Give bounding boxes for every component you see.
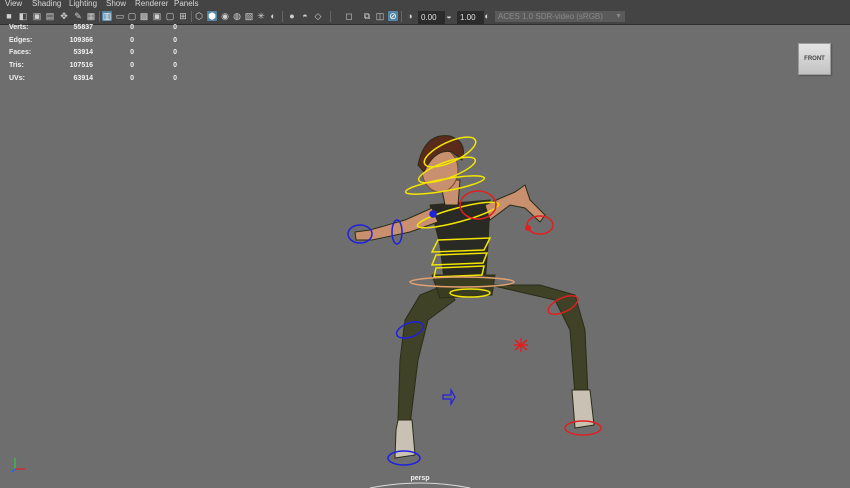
hud-label: Edges: bbox=[9, 36, 33, 44]
axis-gizmo-icon bbox=[11, 458, 25, 473]
hud-value: 0 bbox=[130, 74, 134, 82]
hud-row-verts: Verts: 55837 0 0 bbox=[9, 24, 179, 37]
hud-value: 0 bbox=[173, 62, 177, 70]
hud-row-faces: Faces: 53914 0 0 bbox=[9, 49, 179, 62]
hud-row-edges: Edges: 109366 0 0 bbox=[9, 37, 179, 50]
hud-value: 0 bbox=[130, 36, 134, 44]
hud-value: 0 bbox=[173, 49, 177, 57]
hud-label: Verts: bbox=[9, 24, 29, 31]
hud-row-uvs: UVs: 63914 0 0 bbox=[9, 75, 179, 88]
hud-value: 0 bbox=[173, 36, 177, 44]
poly-count-hud: Verts: 55837 0 0 Edges: 109366 0 0 Faces… bbox=[9, 24, 179, 87]
hud-value: 0 bbox=[130, 49, 134, 57]
hud-label: Faces: bbox=[9, 49, 32, 57]
camera-name-label: persp bbox=[410, 475, 430, 482]
hud-value: 0 bbox=[130, 62, 134, 70]
hud-value: 107516 bbox=[69, 62, 93, 70]
hud-label: Tris: bbox=[9, 62, 24, 70]
ground-grid-arc bbox=[369, 482, 471, 488]
wrist-pivot-red bbox=[525, 225, 531, 231]
hud-value: 55837 bbox=[73, 24, 93, 31]
hud-row-tris: Tris: 107516 0 0 bbox=[9, 62, 179, 75]
hud-value: 63914 bbox=[73, 74, 93, 82]
hud-value: 0 bbox=[173, 24, 177, 31]
hud-value: 53914 bbox=[73, 49, 93, 57]
hud-label: UVs: bbox=[9, 74, 25, 82]
viewcube-front[interactable]: FRONT bbox=[798, 43, 831, 75]
hud-value: 0 bbox=[173, 74, 177, 82]
hud-value: 109366 bbox=[69, 36, 93, 44]
hud-value: 0 bbox=[130, 24, 134, 31]
